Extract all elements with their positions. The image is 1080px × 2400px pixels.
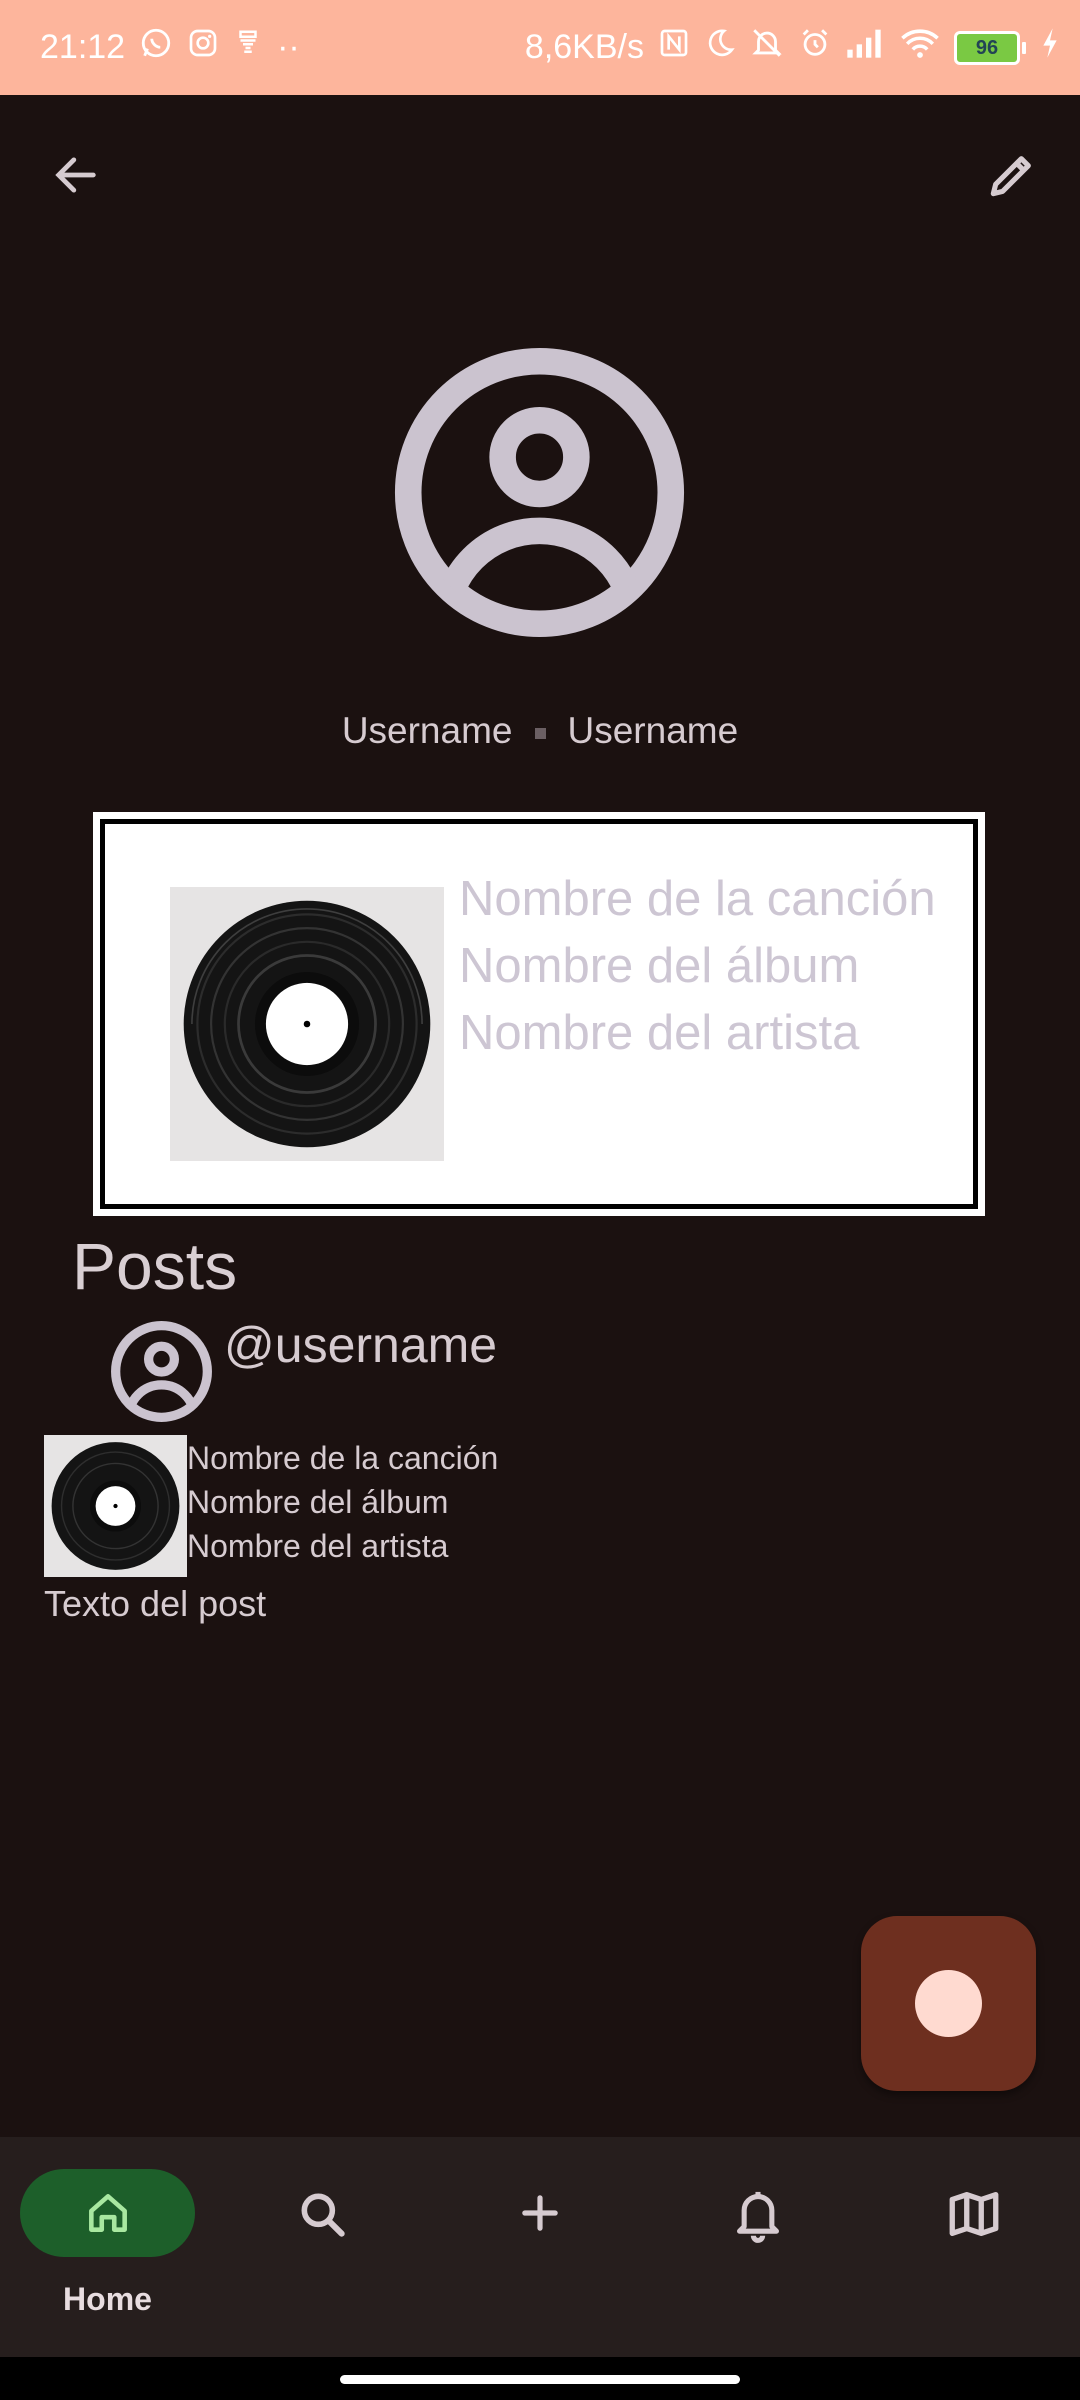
gesture-navigation-area [0,2357,1080,2400]
nav-label-home: Home [63,2281,152,2317]
status-bar: 21:12 ·· 8,6KB/s 96 [0,0,1080,95]
add-icon [522,2195,558,2231]
posts-heading: Posts [72,1229,238,1303]
album-name: Nombre del álbum [459,939,860,993]
signal-icon [846,28,886,67]
vinyl-record-icon [51,1442,180,1570]
pencil-icon [990,156,1031,197]
post-author-avatar[interactable] [110,1320,213,1423]
back-button[interactable] [36,135,116,215]
post-album-name: Nombre del álbum [187,1484,449,1520]
network-speed: 8,6KB/s [524,28,644,66]
vinyl-record-icon [183,900,431,1148]
record-dot-icon [915,1970,982,2037]
app-notification-icon [233,27,263,68]
song-name: Nombre de la canción [459,872,936,926]
battery-icon: 96 [954,30,1026,65]
nav-item-add[interactable] [430,2137,650,2357]
favorite-song-card[interactable]: Nombre de la canción Nombre del álbum No… [93,812,985,1216]
bell-icon [737,2191,779,2243]
status-time: 21:12 [40,28,126,66]
nav-item-search[interactable] [215,2137,430,2357]
profile-names: Username Username [0,710,1080,752]
post-artist-name: Nombre del artista [187,1528,449,1564]
post-song-info: Nombre de la canción Nombre del álbum No… [187,1436,498,1568]
more-notifications-icon: ·· [277,28,300,66]
post-body-text: Texto del post [44,1583,267,1624]
charging-icon [1040,27,1060,68]
song-info: Nombre de la canción Nombre del álbum No… [459,866,936,1067]
nav-item-home[interactable]: Home [0,2137,215,2357]
map-icon [949,2192,999,2236]
top-app-bar [0,95,1080,275]
home-icon [88,2194,127,2232]
whatsapp-icon [139,26,173,69]
separator-dot [534,727,546,739]
album-art [170,887,444,1161]
display-name: Username [341,710,513,751]
alarm-icon [798,26,832,69]
record-fab-button[interactable] [861,1916,1036,2091]
post-album-art [44,1435,187,1577]
nav-item-notifications[interactable] [650,2137,865,2357]
profile-avatar [392,345,687,640]
post-song-name: Nombre de la canción [187,1440,499,1476]
artist-name: Nombre del artista [459,1006,860,1060]
do-not-disturb-moon-icon [704,27,736,68]
mute-icon [750,26,784,69]
arrow-back-icon [55,157,96,193]
gesture-handle[interactable] [340,2375,740,2384]
search-icon [301,2193,345,2237]
edit-button[interactable] [972,135,1052,215]
nfc-icon [658,27,690,68]
wifi-icon [900,27,940,68]
bottom-navigation: Home [0,2137,1080,2357]
username: Username [567,710,739,751]
instagram-icon [187,27,219,68]
account-circle-icon [111,1321,212,1422]
nav-item-map[interactable] [865,2137,1080,2357]
nav-active-indicator [20,2169,195,2257]
battery-level: 96 [954,30,1020,65]
account-circle-icon [394,347,685,638]
post-author-handle[interactable]: @username [224,1316,497,1374]
